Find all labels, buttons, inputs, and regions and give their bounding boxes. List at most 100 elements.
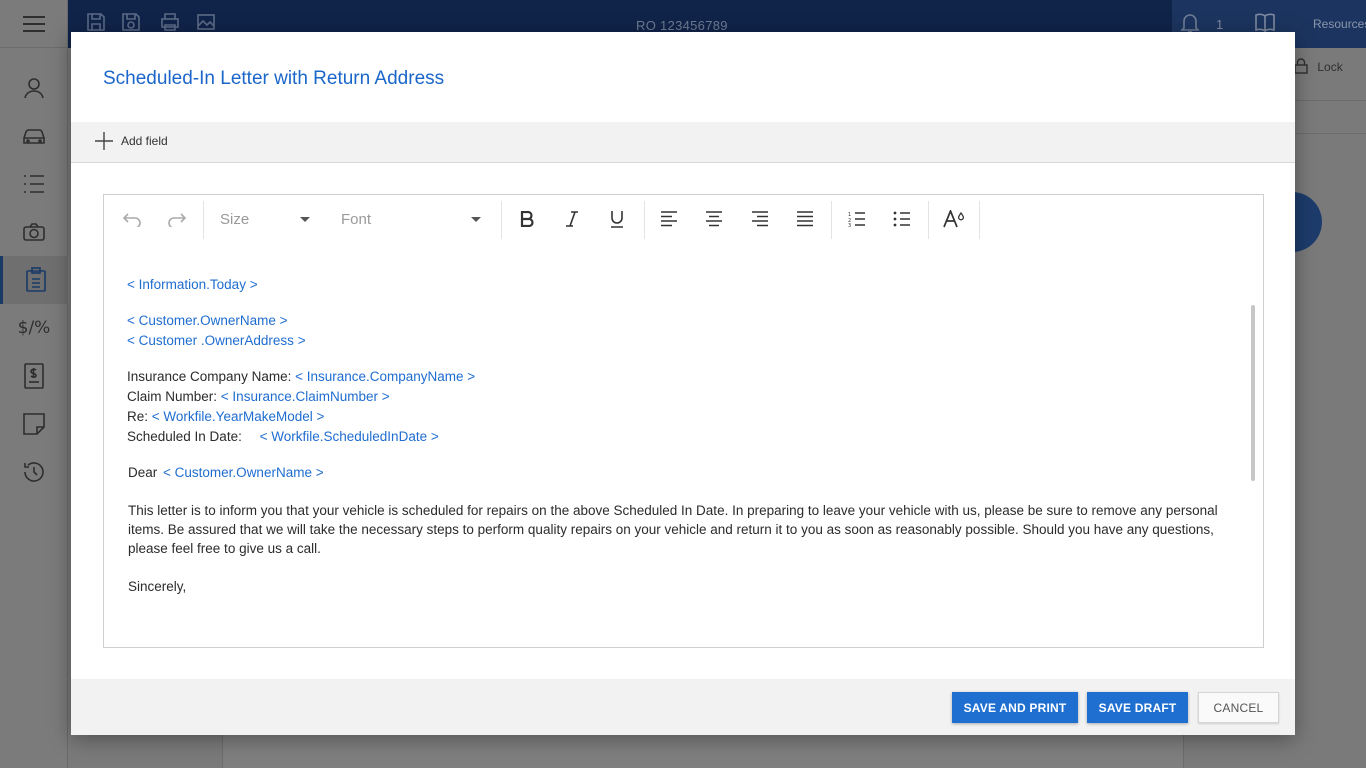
background-strip (1294, 100, 1366, 134)
merge-field-year-make-model[interactable]: < Workfile.YearMakeModel > (152, 409, 325, 424)
notification-count: 1 (1216, 17, 1224, 32)
align-right-icon (752, 211, 768, 227)
merge-field-claim-number[interactable]: < Insurance.ClaimNumber > (221, 389, 390, 404)
sidebar-item-rates[interactable]: $/% (0, 304, 68, 352)
print-icon[interactable] (160, 12, 182, 34)
letter-body: This letter is to inform you that your v… (128, 503, 1218, 556)
cancel-button[interactable]: CANCEL (1198, 692, 1279, 723)
scheduled-line: Scheduled In Date: < Workfile.ScheduledI… (127, 429, 439, 444)
re-line: Re: < Workfile.YearMakeModel > (127, 409, 324, 424)
lock-icon (1294, 58, 1308, 74)
lock-label: Lock (1317, 60, 1343, 74)
align-left-icon (661, 211, 677, 227)
underline-icon (611, 211, 623, 228)
italic-button[interactable] (560, 207, 584, 231)
letter-modal: Scheduled-In Letter with Return Address … (71, 32, 1295, 735)
merge-field-dear-owner-name[interactable]: < Customer.OwnerName > (163, 465, 324, 480)
toolbar-separator (203, 201, 204, 239)
align-right-button[interactable] (748, 207, 772, 231)
letter-editor[interactable]: Size Font 1 2 3 < Information.Today > < … (103, 194, 1264, 648)
menu-button[interactable] (0, 0, 68, 48)
resources-link[interactable]: Resources (1313, 17, 1366, 31)
font-select[interactable]: Font (341, 208, 481, 230)
bold-icon (520, 211, 534, 227)
claim-label: Claim Number: (127, 389, 218, 404)
dear-label: Dear (128, 465, 158, 480)
sidebar-item-list[interactable] (0, 160, 68, 208)
modal-footer: SAVE AND PRINT SAVE DRAFT CANCEL (71, 679, 1295, 735)
merge-field-insurance-company[interactable]: < Insurance.CompanyName > (295, 369, 475, 384)
align-center-button[interactable] (702, 207, 726, 231)
sidebar: $/% (0, 0, 68, 768)
camera-icon (23, 223, 45, 241)
redo-button[interactable] (165, 207, 189, 231)
align-left-button[interactable] (657, 207, 681, 231)
undo-icon (122, 213, 141, 227)
toolbar-separator (979, 201, 980, 239)
justify-icon (797, 211, 813, 227)
claim-line: Claim Number: < Insurance.ClaimNumber > (127, 389, 390, 404)
book-icon[interactable] (1254, 12, 1276, 34)
merge-field-today[interactable]: < Information.Today > (127, 277, 258, 292)
toolbar-separator (928, 201, 929, 239)
chevron-down-icon (300, 217, 310, 222)
justify-button[interactable] (793, 207, 817, 231)
toolbar-separator (644, 201, 645, 239)
text-color-icon (943, 210, 965, 228)
editor-scrollbar[interactable] (1251, 305, 1255, 481)
bullet-list-button[interactable] (890, 207, 914, 231)
save-draft-button[interactable]: SAVE DRAFT (1087, 692, 1188, 723)
sidebar-item-documents[interactable] (0, 256, 68, 304)
note-icon (23, 413, 45, 435)
add-field-button[interactable]: Add field (95, 132, 168, 150)
ro-number: RO 123456789 (636, 18, 728, 33)
clipboard-icon (25, 267, 46, 292)
sidebar-item-vehicle[interactable] (0, 112, 68, 160)
sidebar-item-history[interactable] (0, 448, 68, 496)
merge-field-owner-address[interactable]: < Customer .OwnerAddress > (127, 333, 306, 348)
merge-field-owner-name[interactable]: < Customer.OwnerName > (127, 313, 288, 328)
ordered-list-button[interactable]: 123 (845, 207, 869, 231)
size-select-label: Size (220, 210, 250, 228)
size-select[interactable]: Size (220, 208, 310, 230)
user-icon (24, 78, 44, 99)
bullet-list-icon (893, 211, 910, 227)
insurance-label: Insurance Company Name: (127, 369, 292, 384)
scheduled-label: Scheduled In Date: (127, 429, 242, 444)
salutation-line: Dear < Customer.OwnerName > (128, 465, 324, 480)
undo-button[interactable] (120, 207, 144, 231)
bell-icon[interactable] (1180, 12, 1202, 34)
add-field-label: Add field (121, 134, 168, 148)
sidebar-item-photos[interactable] (0, 208, 68, 256)
sidebar-item-notes[interactable] (0, 400, 68, 448)
editor-toolbar: Size Font 1 2 3 (104, 195, 1263, 243)
save-and-print-button[interactable]: SAVE AND PRINT (952, 692, 1078, 723)
insurance-line: Insurance Company Name: < Insurance.Comp… (127, 369, 475, 384)
save-icon[interactable] (86, 12, 108, 34)
toolbar-separator (501, 201, 502, 239)
re-label: Re: (127, 409, 149, 424)
plus-icon (95, 132, 113, 150)
editor-content[interactable]: < Information.Today > < Customer.OwnerNa… (104, 245, 1263, 647)
sidebar-item-customer[interactable] (0, 64, 68, 112)
font-select-label: Font (341, 210, 372, 228)
merge-field-scheduled-in-date[interactable]: < Workfile.ScheduledInDate > (260, 429, 439, 444)
lock-button[interactable]: Lock (1294, 58, 1343, 74)
toolbar-separator (831, 201, 832, 239)
letter-closing: Sincerely, (128, 579, 187, 594)
bold-button[interactable] (515, 207, 539, 231)
align-center-icon (706, 211, 722, 227)
save-as-icon[interactable] (121, 12, 143, 34)
list-icon (24, 175, 44, 193)
hamburger-icon (23, 15, 45, 32)
ordered-list-icon: 123 (848, 212, 865, 227)
image-icon[interactable] (196, 12, 218, 34)
sidebar-item-invoice[interactable] (0, 352, 68, 400)
underline-button[interactable] (605, 207, 629, 231)
car-icon (23, 129, 45, 144)
dollar-percent-icon: $/% (17, 318, 51, 338)
text-color-button[interactable] (942, 207, 966, 231)
italic-icon (566, 211, 578, 227)
svg-text:3: 3 (848, 223, 851, 227)
invoice-icon (24, 363, 44, 389)
